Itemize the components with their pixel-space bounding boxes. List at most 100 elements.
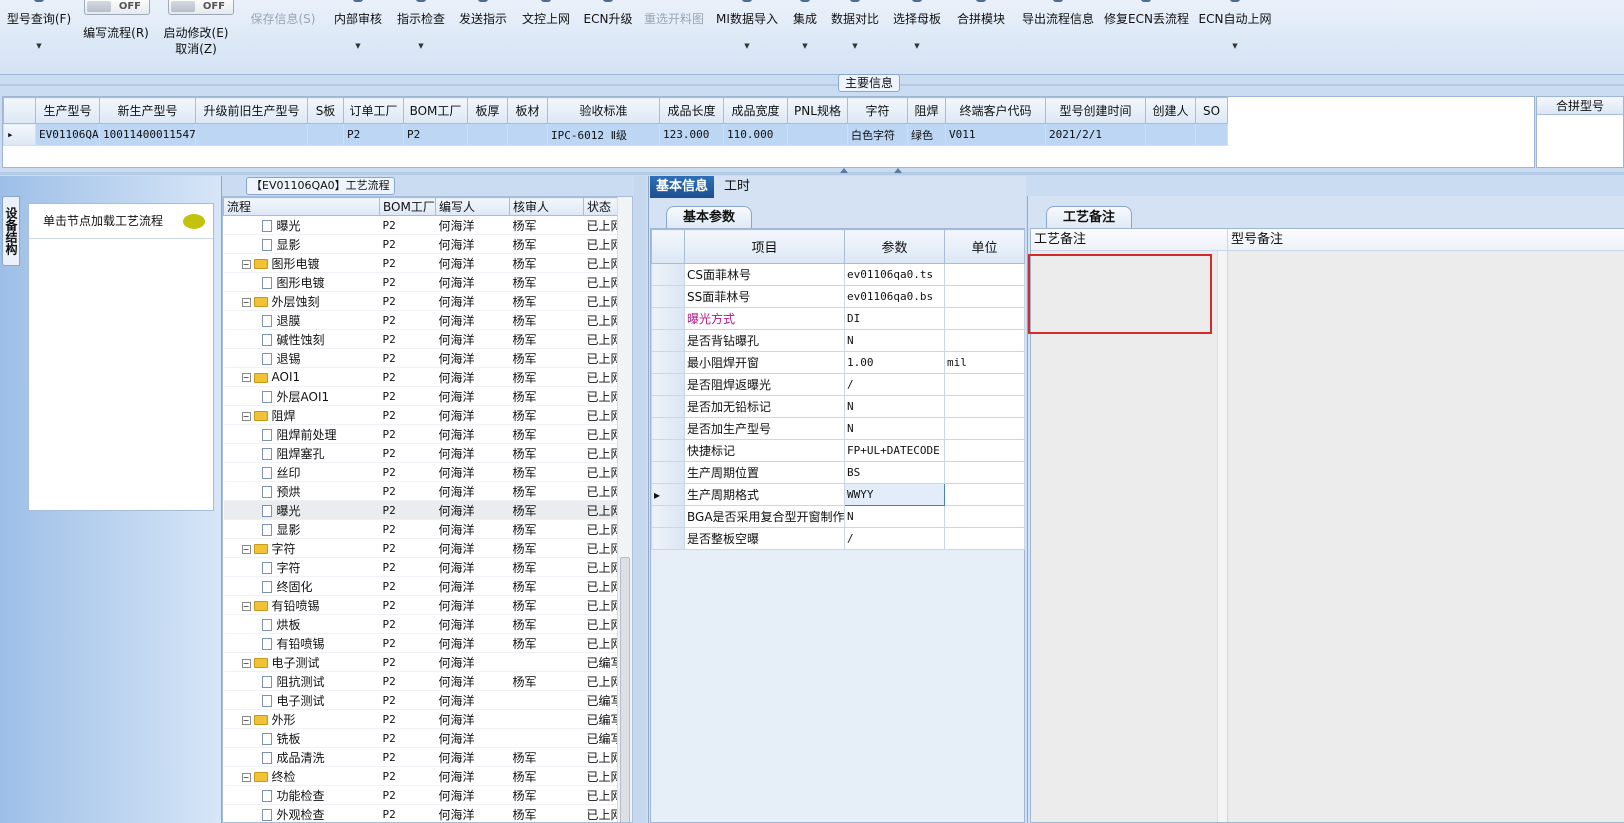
flow-name-cell[interactable]: − 外层蚀刻 <box>223 291 380 311</box>
param-cell[interactable]: / <box>844 527 945 550</box>
select-mother-board-button[interactable]: 选择母板 ▼ <box>890 0 944 72</box>
table-row[interactable]: BGA是否采用复合型开窗制作 N <box>651 505 1025 528</box>
splitter[interactable] <box>0 84 1624 86</box>
column-header[interactable]: 流程 <box>223 197 380 216</box>
unit-cell[interactable] <box>944 505 1025 528</box>
table-row[interactable]: 是否整板空曝 / <box>651 527 1025 550</box>
tree-node[interactable]: 烘板 P2 何海洋 杨军 已上网 <box>223 614 620 634</box>
tree-node[interactable]: − 阻焊 P2 何海洋 杨军 已上网 <box>223 405 620 425</box>
param-cell[interactable]: ev01106qa0.bs <box>844 285 945 308</box>
export-flow-button[interactable]: 导出流程信息 <box>1016 0 1100 72</box>
cell[interactable]: 白色字符 <box>847 123 908 146</box>
tree-node[interactable]: 功能检查 P2 何海洋 杨军 已上网 <box>223 785 620 805</box>
cell[interactable]: 10011400011547 <box>99 123 196 146</box>
tree-node[interactable]: − 有铅喷锡 P2 何海洋 杨军 已上网 <box>223 595 620 615</box>
mi-import-button[interactable]: MI数据导入 ▼ <box>714 0 780 72</box>
column-header[interactable]: SO <box>1195 97 1228 124</box>
cell[interactable] <box>195 123 308 146</box>
flow-name-cell[interactable]: 阻焊前处理 <box>223 424 380 444</box>
column-header[interactable]: 编写人 <box>435 197 510 216</box>
collapse-icon[interactable]: − <box>241 772 251 782</box>
unit-cell[interactable] <box>944 483 1025 506</box>
column-header[interactable]: BOM工厂 <box>403 97 468 124</box>
table-row[interactable]: ▸ EV01106QA0 10011400011547 P2 P2 IPC-6012 Ⅱ级… <box>3 123 1228 146</box>
column-header[interactable]: 成品长度 <box>659 97 724 124</box>
table-row[interactable]: 生产周期位置 BS <box>651 461 1025 484</box>
cell[interactable]: 123.000 <box>659 123 724 146</box>
table-row[interactable]: 快捷标记 FP+UL+DATECODE <box>651 439 1025 462</box>
flow-name-cell[interactable]: 电子测试 <box>223 690 380 710</box>
fix-ecn-button[interactable]: 修复ECN丢流程 <box>1104 0 1189 72</box>
column-header[interactable]: PNL规格 <box>787 97 848 124</box>
flow-name-cell[interactable]: 外层AOI1 <box>223 386 380 406</box>
cell[interactable]: V011 <box>945 123 1046 146</box>
unit-cell[interactable] <box>944 307 1025 330</box>
tree-node[interactable]: − 图形电镀 P2 何海洋 杨军 已上网 <box>223 253 620 273</box>
flow-name-cell[interactable]: 图形电镀 <box>223 272 380 292</box>
table-row[interactable]: 是否加无铅标记 N <box>651 395 1025 418</box>
column-header[interactable]: 板材 <box>507 97 548 124</box>
param-cell[interactable]: N <box>844 395 945 418</box>
arrow-up-icon[interactable] <box>894 168 902 173</box>
arrow-up-icon[interactable] <box>840 168 848 173</box>
tree-node[interactable]: − 外形 P2 何海洋 已编写 <box>223 709 620 729</box>
tab-basic-info[interactable]: 基本信息 <box>650 176 715 198</box>
collapse-icon[interactable]: − <box>241 544 251 554</box>
param-cell[interactable]: DI <box>844 307 945 330</box>
flow-name-cell[interactable]: − 阻焊 <box>223 405 380 425</box>
tree-node[interactable]: 丝印 P2 何海洋 杨军 已上网 <box>223 462 620 482</box>
ecn-upgrade-button[interactable]: ECN升级 <box>582 0 634 72</box>
flow-name-cell[interactable]: 阻焊塞孔 <box>223 443 380 463</box>
tree-node[interactable]: − 外层蚀刻 P2 何海洋 杨军 已上网 <box>223 291 620 311</box>
table-row[interactable]: ▸ 生产周期格式 WWYY <box>651 483 1025 506</box>
param-cell[interactable]: ev01106qa0.ts <box>844 263 945 286</box>
flow-scrollbar[interactable] <box>617 197 632 822</box>
tree-node[interactable]: 阻抗测试 P2 何海洋 杨军 已上网 <box>223 671 620 691</box>
ecn-auto-upload-button[interactable]: ECN自动上网 ▼ <box>1198 0 1272 72</box>
flow-name-cell[interactable]: 曝光 <box>223 215 380 235</box>
tree-node[interactable]: 显影 P2 何海洋 杨军 已上网 <box>223 519 620 539</box>
flow-name-cell[interactable]: 退锡 <box>223 348 380 368</box>
flow-name-cell[interactable]: 显影 <box>223 519 380 539</box>
flow-name-cell[interactable]: − AOI1 <box>223 367 380 387</box>
flow-name-cell[interactable]: 退膜 <box>223 310 380 330</box>
collapse-icon[interactable]: − <box>241 601 251 611</box>
flow-name-cell[interactable]: − 字符 <box>223 538 380 558</box>
process-note-field[interactable] <box>1031 251 1217 822</box>
column-header[interactable]: 单位 <box>944 229 1025 264</box>
tree-node[interactable]: 预烘 P2 何海洋 杨军 已上网 <box>223 481 620 501</box>
column-header[interactable]: 新生产型号 <box>99 97 196 124</box>
model-note-field[interactable] <box>1228 251 1624 822</box>
scrollbar-thumb[interactable] <box>620 557 630 822</box>
flow-name-cell[interactable]: − 图形电镀 <box>223 253 380 273</box>
merge-module-button[interactable]: 合拼模块 <box>954 0 1008 72</box>
param-cell[interactable]: FP+UL+DATECODE <box>844 439 945 462</box>
cancel-button[interactable]: 取消(Z) <box>158 40 234 57</box>
param-cell[interactable]: BS <box>844 461 945 484</box>
flow-name-cell[interactable]: 烘板 <box>223 614 380 634</box>
column-header[interactable]: 参数 <box>844 229 945 264</box>
column-header[interactable]: 生产型号 <box>35 97 100 124</box>
param-cell[interactable]: N <box>844 329 945 352</box>
tree-node[interactable]: 阻焊前处理 P2 何海洋 杨军 已上网 <box>223 424 620 444</box>
unit-cell[interactable]: mil <box>944 351 1025 374</box>
flow-name-cell[interactable]: 外观检查 <box>223 804 380 822</box>
column-header[interactable]: 升级前旧生产型号 <box>195 97 308 124</box>
column-header[interactable]: 验收标准 <box>547 97 660 124</box>
splitter[interactable] <box>634 176 646 823</box>
column-header[interactable]: 阻焊 <box>907 97 946 124</box>
tab-work-hours[interactable]: 工时 <box>718 176 756 198</box>
column-header[interactable]: 状态 <box>583 197 620 216</box>
unit-cell[interactable] <box>944 329 1025 352</box>
unit-cell[interactable] <box>944 373 1025 396</box>
cell[interactable]: 绿色 <box>907 123 946 146</box>
flow-name-cell[interactable]: 有铅喷锡 <box>223 633 380 653</box>
cell[interactable]: 110.000 <box>723 123 788 146</box>
column-header[interactable]: 成品宽度 <box>723 97 788 124</box>
column-header[interactable]: 创建人 <box>1145 97 1196 124</box>
column-header[interactable]: 型号创建时间 <box>1045 97 1146 124</box>
cell[interactable]: 2021/2/1 <box>1045 123 1146 146</box>
collapse-icon[interactable]: − <box>241 297 251 307</box>
tree-node[interactable]: 字符 P2 何海洋 杨军 已上网 <box>223 557 620 577</box>
column-header[interactable]: S板 <box>307 97 344 124</box>
